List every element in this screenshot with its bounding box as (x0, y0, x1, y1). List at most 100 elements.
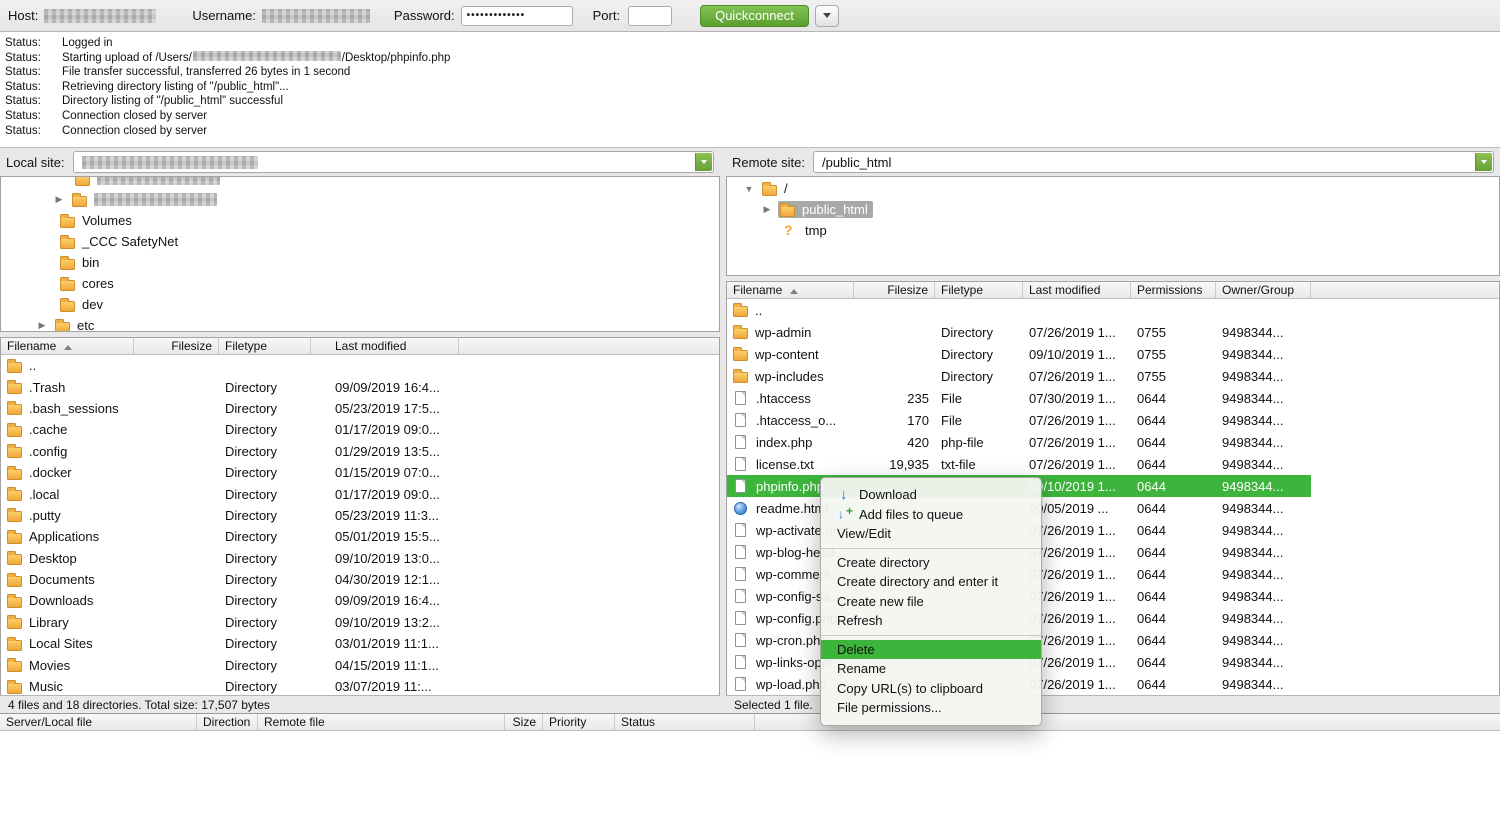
file-row[interactable]: .. (727, 299, 1311, 321)
redacted-text (193, 51, 341, 61)
txt-icon (735, 457, 746, 471)
chevron-down-icon (823, 13, 831, 18)
menu-item[interactable]: Rename (821, 659, 1041, 679)
menu-item[interactable]: Create new file (821, 592, 1041, 612)
password-input[interactable] (461, 6, 573, 26)
disclosure-arrow-icon[interactable] (36, 320, 48, 331)
tree-item[interactable]: bin (1, 252, 719, 273)
file-row[interactable]: Desktop Directory 09/10/2019 13:0... (1, 548, 719, 569)
file-row[interactable]: Applications Directory 05/01/2019 15:5..… (1, 526, 719, 547)
file-row[interactable]: .htaccess_o... 170 File 07/26/2019 1... … (727, 409, 1311, 431)
chevron-down-icon[interactable] (695, 153, 712, 171)
local-directory-tree: Volumes _CCC SafetyNet bin cores (0, 176, 720, 332)
column-header[interactable]: Filesize (134, 338, 219, 354)
menu-item[interactable]: Delete (821, 640, 1041, 660)
file-row[interactable]: wp-content Directory 09/10/2019 1... 075… (727, 343, 1311, 365)
file-row[interactable]: index.php 420 php-file 07/26/2019 1... 0… (727, 431, 1311, 453)
password-label: Password: (394, 8, 455, 23)
tree-item[interactable]: etc (1, 315, 719, 332)
php-icon (735, 435, 746, 449)
file-row[interactable]: license.txt 19,935 txt-file 07/26/2019 1… (727, 453, 1311, 475)
column-header[interactable]: Filesize (854, 282, 935, 298)
file-row[interactable]: Local Sites Directory 03/01/2019 11:1... (1, 633, 719, 654)
folder-icon (7, 640, 22, 651)
file-row[interactable]: wp-includes Directory 07/26/2019 1... 07… (727, 365, 1311, 387)
column-header[interactable]: Server/Local file (0, 714, 197, 730)
file-row[interactable]: .putty Directory 05/23/2019 11:3... (1, 505, 719, 526)
folder-icon (60, 280, 75, 291)
status-log-line: Status: Logged in (0, 36, 1500, 51)
file-row[interactable]: .Trash Directory 09/09/2019 16:4... (1, 376, 719, 397)
column-header[interactable]: Filename (727, 282, 854, 298)
menu-item[interactable]: Refresh (821, 611, 1041, 631)
column-header[interactable]: Filename (1, 338, 134, 354)
port-input[interactable] (628, 6, 672, 26)
quickconnect-dropdown-button[interactable] (815, 5, 839, 27)
disclosure-arrow-icon[interactable] (53, 194, 65, 205)
folder-icon (7, 404, 22, 415)
folder-icon (733, 306, 748, 317)
folder-icon (733, 372, 748, 383)
file-row[interactable]: Downloads Directory 09/09/2019 16:4... (1, 590, 719, 611)
column-header[interactable]: Owner/Group (1216, 282, 1311, 298)
menu-item[interactable]: Copy URL(s) to clipboard (821, 679, 1041, 699)
tree-item[interactable]: / (727, 178, 1499, 199)
column-header[interactable]: Remote file (258, 714, 505, 730)
file-row[interactable]: .bash_sessions Directory 05/23/2019 17:5… (1, 398, 719, 419)
menu-item[interactable]: View/Edit (821, 524, 1041, 544)
chevron-down-icon[interactable] (1475, 153, 1492, 171)
queue-header: Server/Local file Direction Remote file … (0, 714, 1500, 731)
column-header[interactable]: Last modified (311, 338, 459, 354)
tree-item[interactable]: _CCC SafetyNet (1, 231, 719, 252)
host-input[interactable] (44, 9, 156, 23)
column-header[interactable]: Priority (543, 714, 615, 730)
file-row[interactable]: .cache Directory 01/17/2019 09:0... (1, 419, 719, 440)
file-row[interactable]: Movies Directory 04/15/2019 11:1... (1, 654, 719, 675)
local-file-list-panel: Filename Filesize Filetype Last modified… (0, 337, 720, 695)
remote-site-combobox[interactable]: /public_html (813, 151, 1494, 173)
column-header[interactable]: Last modified (1023, 282, 1131, 298)
column-header[interactable]: Filetype (935, 282, 1023, 298)
disclosure-arrow-icon[interactable] (761, 204, 773, 215)
file-row[interactable]: Library Directory 09/10/2019 13:2... (1, 612, 719, 633)
tree-item[interactable]: public_html (727, 199, 1499, 220)
menu-item[interactable]: Create directory (821, 553, 1041, 573)
menu-item[interactable]: Create directory and enter it (821, 572, 1041, 592)
column-header[interactable]: Permissions (1131, 282, 1216, 298)
tree-item[interactable]: dev (1, 294, 719, 315)
disclosure-arrow-icon[interactable] (743, 184, 755, 194)
folder-icon (7, 576, 22, 587)
folder-icon (60, 259, 75, 270)
file-row[interactable]: wp-admin Directory 07/26/2019 1... 0755 … (727, 321, 1311, 343)
local-list-header: Filename Filesize Filetype Last modified (1, 338, 719, 355)
tree-item[interactable] (1, 176, 719, 189)
column-header[interactable]: Direction (197, 714, 258, 730)
file-row[interactable]: .config Directory 01/29/2019 13:5... (1, 441, 719, 462)
folder-icon (780, 206, 795, 217)
file-row[interactable]: .docker Directory 01/15/2019 07:0... (1, 462, 719, 483)
file-row[interactable]: .htaccess 235 File 07/30/2019 1... 0644 … (727, 387, 1311, 409)
menu-item[interactable]: Add files to queue (821, 505, 1041, 525)
folder-icon (7, 618, 22, 629)
tree-item[interactable]: Volumes (1, 210, 719, 231)
tree-item[interactable]: cores (1, 273, 719, 294)
php-icon (735, 479, 746, 493)
menu-item[interactable]: Download (821, 485, 1041, 505)
main-split: Local site: Volumes (0, 148, 1500, 713)
redacted-text (94, 193, 217, 206)
status-log-line: Status: Connection closed by server (0, 109, 1500, 124)
file-row[interactable]: Documents Directory 04/30/2019 12:1... (1, 569, 719, 590)
sort-ascending-icon (64, 345, 72, 350)
quickconnect-button[interactable]: Quickconnect (700, 5, 809, 27)
file-row[interactable]: Music Directory 03/07/2019 11:... (1, 676, 719, 695)
menu-item[interactable]: File permissions... (821, 698, 1041, 718)
username-input[interactable] (262, 9, 370, 23)
local-site-combobox[interactable] (73, 151, 714, 173)
column-header[interactable]: Size (505, 714, 543, 730)
file-row[interactable]: .local Directory 01/17/2019 09:0... (1, 483, 719, 504)
tree-item[interactable] (1, 189, 719, 210)
column-header[interactable]: Status (615, 714, 755, 730)
file-row[interactable]: .. (1, 355, 719, 376)
column-header[interactable]: Filetype (219, 338, 311, 354)
tree-item[interactable]: tmp (727, 220, 1499, 241)
